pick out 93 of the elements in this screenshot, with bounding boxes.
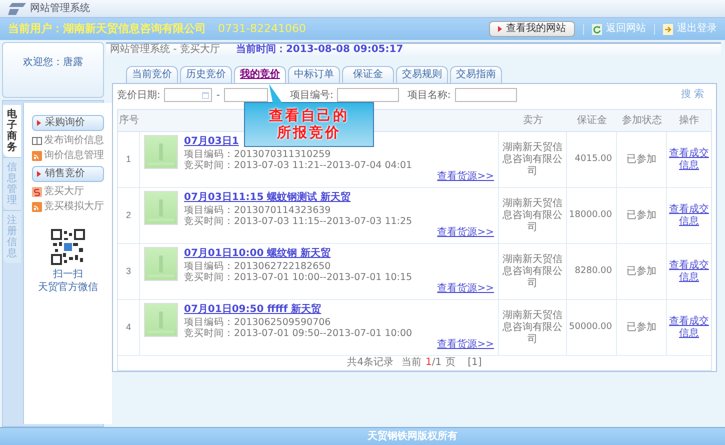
auction-time: 竞买时间：2013-07-03 11:15--2013-07-03 11:25 [184, 216, 414, 227]
view-deal-link[interactable]: 查看成交信息 [668, 148, 710, 172]
current-time: 当前时间：2013-08-08 09:05:17 [236, 45, 404, 55]
swirl-icon [32, 187, 42, 197]
auction-time: 竞买时间：2013-07-01 09:50--2013-07-01 10:00 [184, 328, 414, 339]
current-user: 当前用户：湖南新天贸信息咨询有限公司 [8, 20, 206, 37]
participation-status: 已参加 [626, 208, 656, 223]
deposit-amount: 4015.00 [574, 152, 612, 166]
project-code-field[interactable] [337, 88, 400, 102]
tab[interactable]: 保证金 [342, 66, 394, 83]
seller-name: 湖南新天贸信息咨询有限公司 [502, 198, 564, 234]
item-title-link[interactable]: 07月03日1 [184, 135, 239, 148]
page-total: /1 [432, 358, 442, 368]
field-label: 竞价日期: [117, 88, 160, 102]
copyright: 天贸钢铁网版权所有 [368, 430, 458, 444]
row-number: 1 [126, 152, 131, 166]
seller-name: 湖南新天贸信息咨询有限公司 [502, 142, 564, 178]
welcome-text: 欢迎您：唐露 [23, 56, 83, 70]
refresh-icon [592, 24, 602, 34]
column-header: 参加状态 [621, 114, 663, 128]
exit-icon [663, 24, 673, 34]
project-code: 项目编码：2013062509590706 [184, 317, 332, 328]
current-page: 1 [426, 358, 432, 368]
participation-status: 已参加 [626, 264, 656, 279]
breadcrumb: 网站管理系统 - 竞买大厅 [110, 45, 220, 55]
view-source-link[interactable]: 查看货源>> [437, 227, 494, 239]
seller-name: 湖南新天贸信息咨询有限公司 [502, 310, 564, 346]
pagination-label: 当前 [402, 358, 422, 368]
auction-time: 竞买时间：2013-07-01 10:00--2013-07-01 10:15 [184, 272, 414, 283]
range-dash: - [216, 88, 220, 102]
view-source-link[interactable]: 查看货源>> [437, 339, 494, 351]
triangle-icon [498, 26, 502, 32]
qr-caption: 扫一扫 [53, 269, 83, 282]
tab[interactable]: 我的竞价 [234, 66, 286, 83]
record-count: 共4条记录 [347, 358, 394, 368]
tab[interactable]: 历史竞价 [180, 66, 232, 83]
callout-pointer [269, 84, 283, 104]
book-icon [32, 136, 42, 146]
project-code: 项目编码：2013062722182650 [184, 261, 332, 272]
side-tab[interactable]: 电子商务 [3, 105, 21, 157]
window-title: 网站管理系统 [30, 2, 90, 16]
project-code: 项目编码：2013070114323639 [184, 205, 332, 216]
logo-icon [8, 2, 26, 14]
menu-link[interactable]: 询价信息管理 [44, 151, 104, 161]
menu-link[interactable]: 发布询价信息 [44, 136, 104, 146]
page-unit: 页 [446, 358, 456, 368]
phone-number: 0731-82241060 [218, 20, 306, 37]
field-label: 项目名称: [407, 88, 451, 102]
column-header: 保证金 [576, 114, 608, 128]
row-number: 3 [126, 264, 131, 278]
field-label: 项目编号: [290, 88, 334, 102]
page-link[interactable]: [1] [468, 358, 482, 368]
project-code: 项目编码：2013070311310259 [184, 149, 332, 160]
view-source-link[interactable]: 查看货源>> [437, 283, 494, 295]
qr-caption: 天贸官方微信 [38, 282, 98, 294]
item-title-link[interactable]: 07月03日11:15 螺蚊钢测试 新天贸 [184, 191, 351, 204]
tab[interactable]: 交易指南 [450, 66, 502, 83]
row-number: 4 [126, 320, 131, 334]
auction-time: 竞买时间：2013-07-03 11:21--2013-07-04 04:01 [184, 160, 414, 171]
tab[interactable]: 当前竞价 [126, 66, 178, 83]
view-source-link[interactable]: 查看货源>> [437, 171, 494, 183]
deposit-amount: 50000.00 [569, 320, 612, 334]
menu-link[interactable]: 竞买模拟大厅 [44, 202, 104, 212]
view-deal-link[interactable]: 查看成交信息 [668, 316, 710, 340]
participation-status: 已参加 [626, 320, 656, 335]
view-deal-link[interactable]: 查看成交信息 [668, 260, 710, 284]
tab[interactable]: 中标订单 [288, 66, 340, 83]
menu-link[interactable]: 竞买大厅 [44, 187, 84, 197]
participation-status: 已参加 [626, 152, 656, 167]
qr-code-icon [51, 229, 85, 265]
column-header: 序号 [118, 114, 140, 128]
callout-text: 查看自己的 所报竞价 [269, 108, 349, 142]
row-number: 2 [126, 208, 131, 222]
triangle-icon [37, 120, 41, 126]
calendar-icon [202, 92, 210, 98]
rss-icon [32, 202, 42, 212]
date-field[interactable] [164, 88, 212, 102]
view-deal-link[interactable]: 查看成交信息 [668, 204, 710, 228]
date-field[interactable] [224, 88, 268, 102]
menu-group-button[interactable]: 销售竞价 [32, 166, 104, 182]
tab[interactable]: 交易规则 [396, 66, 448, 83]
project-name-field[interactable] [454, 88, 517, 102]
column-header: 操作 [678, 114, 700, 128]
triangle-icon [37, 171, 41, 177]
rss-icon [32, 151, 42, 161]
view-site-button[interactable]: 查看我的网站 [489, 21, 575, 37]
deposit-amount: 18000.00 [569, 208, 612, 222]
column-header: 卖方 [522, 114, 544, 128]
item-title-link[interactable]: 07月01日09:50 fffff 新天贸 [184, 303, 322, 316]
seller-name: 湖南新天贸信息咨询有限公司 [502, 254, 564, 290]
item-title-link[interactable]: 07月01日10:00 螺纹钢 新天贸 [184, 247, 331, 260]
menu-group-button[interactable]: 采购询价 [32, 115, 104, 131]
deposit-amount: 8280.00 [574, 264, 612, 278]
